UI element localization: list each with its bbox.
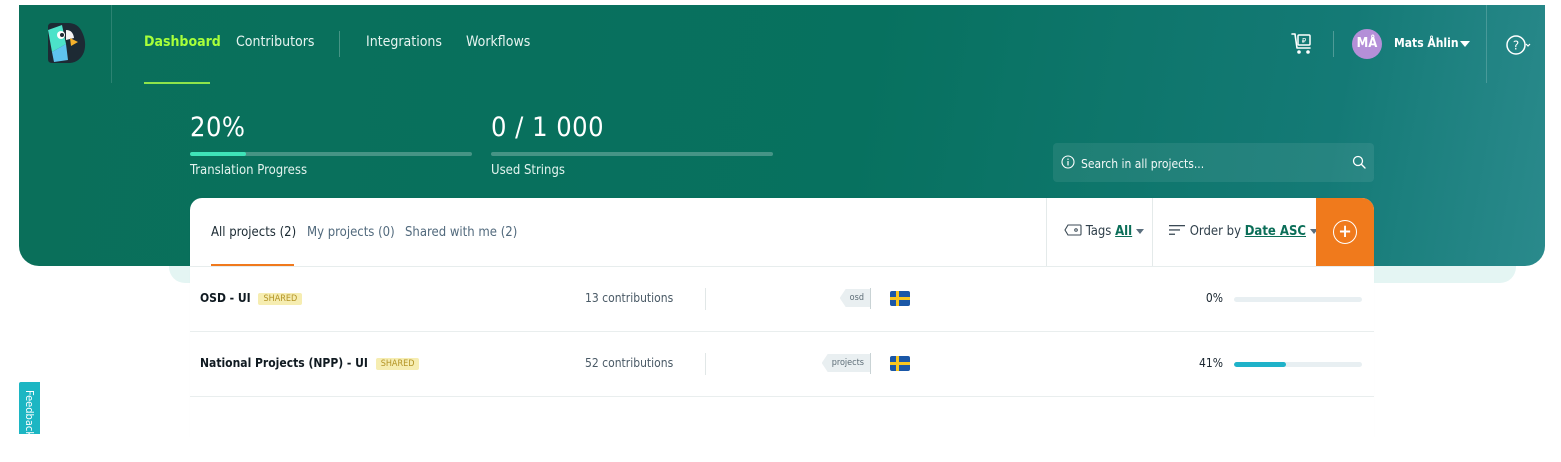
tab-my-projects[interactable]: My projects (0) (307, 225, 395, 240)
tag-divider (870, 353, 871, 374)
used-strings-stat: 0 / 1 000 Used Strings (491, 112, 773, 178)
nav-workflows[interactable]: Workflows (466, 34, 530, 50)
nav-integrations[interactable]: Integrations (366, 34, 442, 50)
table-row[interactable]: OSD - UI SHARED 13 contributions osd 0% (190, 267, 1374, 332)
progress-bar (1234, 297, 1362, 302)
translation-progress-value: 20% (190, 112, 246, 143)
tags-filter[interactable]: Tags All (1046, 198, 1153, 266)
tags-value[interactable]: All (1115, 224, 1132, 239)
plus-icon: + (1333, 220, 1357, 244)
sweden-flag-icon (890, 356, 910, 371)
used-strings-bar (491, 152, 773, 156)
active-tab-indicator (211, 264, 294, 266)
logo-cell (19, 5, 112, 83)
info-icon (1061, 155, 1075, 169)
projects-panel: All projects (2) My projects (0) Shared … (190, 198, 1374, 438)
order-value[interactable]: Date ASC (1245, 224, 1306, 239)
help-icon[interactable]: ? (1505, 33, 1531, 57)
tab-shared-with-me[interactable]: Shared with me (2) (405, 225, 517, 240)
search-box (1053, 143, 1374, 184)
row-divider (705, 288, 706, 310)
sweden-flag-icon (890, 291, 910, 306)
search-icon[interactable] (1352, 155, 1366, 169)
progress-fill (1234, 362, 1287, 367)
table-row[interactable]: National Projects (NPP) - UI SHARED 52 c… (190, 332, 1374, 397)
tab-all-projects[interactable]: All projects (2) (211, 225, 296, 240)
progress-bar (1234, 362, 1362, 367)
svg-text:?: ? (1513, 39, 1519, 53)
project-name-text[interactable]: OSD - UI (200, 291, 251, 305)
translation-progress-label: Translation Progress (190, 163, 308, 178)
contributions-count[interactable]: 13 contributions (585, 291, 673, 305)
feedback-tab[interactable]: Feedback (19, 382, 40, 434)
shared-badge: SHARED (375, 358, 420, 370)
top-navigation: Dashboard Contributors Integrations Work… (19, 5, 1546, 84)
chevron-down-icon[interactable] (1460, 41, 1470, 47)
nav-divider (339, 31, 340, 57)
sort-icon (1169, 225, 1185, 235)
active-nav-indicator (144, 82, 210, 84)
translation-progress-fill (190, 152, 247, 156)
order-filter[interactable]: Order by Date ASC (1152, 198, 1318, 266)
translation-progress-bar (190, 152, 472, 156)
project-name[interactable]: OSD - UI SHARED (200, 291, 303, 305)
tag-divider (870, 288, 871, 309)
avatar[interactable]: MÅ (1352, 29, 1382, 59)
nav-contributors[interactable]: Contributors (236, 34, 314, 50)
tags-label: Tags (1085, 224, 1112, 239)
contributions-count[interactable]: 52 contributions (585, 356, 673, 370)
help-cell: ? (1486, 5, 1546, 83)
row-divider (705, 353, 706, 375)
logo-icon[interactable] (40, 22, 88, 64)
feedback-label[interactable]: Feedback (23, 390, 36, 434)
add-project-button[interactable]: + (1316, 198, 1374, 266)
app: Dashboard Contributors Integrations Work… (19, 5, 1546, 438)
chevron-down-icon[interactable] (1136, 229, 1145, 234)
used-strings-label: Used Strings (491, 163, 565, 178)
progress-percent: 0% (1205, 291, 1223, 305)
user-name[interactable]: Mats Åhlin (1394, 36, 1459, 50)
cart-icon[interactable]: ₽ (1289, 31, 1315, 57)
used-strings-value: 0 / 1 000 (491, 112, 605, 143)
tag-icon (1064, 224, 1082, 236)
progress-percent: 41% (1199, 356, 1223, 370)
project-name-text[interactable]: National Projects (NPP) - UI (200, 356, 368, 370)
shared-badge: SHARED (258, 293, 303, 305)
project-tag[interactable]: osd (839, 289, 870, 307)
project-name[interactable]: National Projects (NPP) - UI SHARED (200, 356, 420, 370)
search-input[interactable] (1079, 143, 1343, 184)
nav-dashboard[interactable]: Dashboard (144, 34, 221, 50)
top-divider (1333, 31, 1334, 57)
svg-text:₽: ₽ (1302, 37, 1307, 45)
translation-progress-stat: 20% Translation Progress (190, 112, 472, 178)
project-tabs: All projects (2) My projects (0) Shared … (190, 198, 1374, 267)
project-tag[interactable]: projects (821, 354, 870, 372)
order-label: Order by (1189, 224, 1241, 239)
